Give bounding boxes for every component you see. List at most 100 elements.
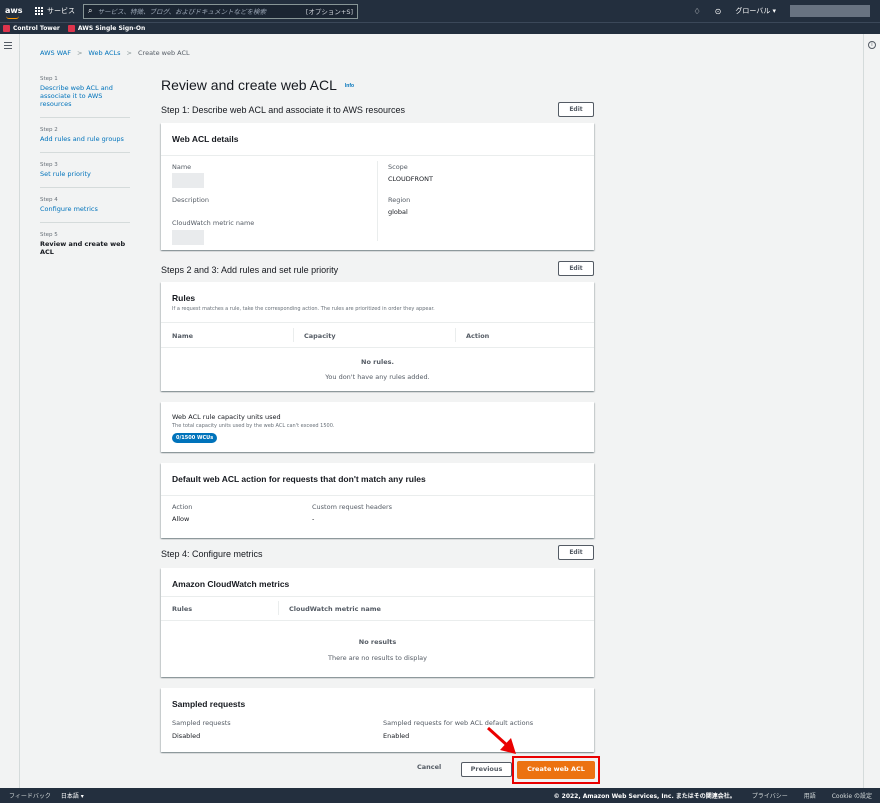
sampled-default-value: Enabled [383, 732, 410, 740]
region-label: Region [388, 196, 411, 204]
rules-description: If a request matches a rule, take the co… [172, 306, 435, 312]
rules-card: Rules If a request matches a rule, take … [161, 282, 594, 391]
sampled-requests-value: Disabled [172, 732, 201, 740]
edit-step2-button[interactable]: Edit [558, 261, 594, 276]
bottom-bar: フィードバック 日本語 ▾ © 2022, Amazon Web Service… [0, 788, 880, 803]
column-header-name[interactable]: Name [172, 332, 193, 340]
step-2: Step 2 Add rules and rule groups [40, 127, 130, 153]
step-1: Step 1 Describe web ACL and associate it … [40, 76, 130, 118]
wcu-title: Web ACL rule capacity units used [172, 413, 281, 421]
card-title: Web ACL details [172, 134, 239, 144]
terms-link[interactable]: 用語 [804, 791, 816, 800]
wcu-badge: 0/1500 WCUs [172, 433, 218, 443]
rules-empty-title: No rules. [361, 358, 394, 366]
breadcrumb-aws-waf[interactable]: AWS WAF [40, 49, 71, 57]
edit-step4-button[interactable]: Edit [558, 545, 594, 560]
cloudwatch-metrics-card: Amazon CloudWatch metrics Rules CloudWat… [161, 568, 594, 677]
create-web-acl-button[interactable]: Create web ACL [517, 761, 595, 779]
region-selector[interactable]: グローバル ▾ [735, 6, 776, 16]
search-icon: ⌕ [88, 6, 93, 15]
info-icon[interactable]: i [868, 41, 876, 49]
wcu-card: Web ACL rule capacity units used The tot… [161, 402, 594, 452]
breadcrumb-web-acls[interactable]: Web ACLs [88, 49, 120, 57]
control-tower-icon [3, 25, 10, 32]
previous-button[interactable]: Previous [461, 762, 512, 777]
scope-label: Scope [388, 163, 408, 171]
step-current: Review and create web ACL [40, 240, 126, 256]
breadcrumb-current: Create web ACL [138, 49, 190, 57]
breadcrumb: AWS WAF > Web ACLs > Create web ACL [40, 49, 190, 57]
edit-step1-button[interactable]: Edit [558, 102, 594, 117]
region-value: global [388, 208, 408, 216]
favorite-control-tower[interactable]: Control Tower [3, 25, 60, 32]
custom-headers-value: - [312, 515, 315, 523]
search-placeholder: サービス、特徴、ブログ、およびドキュメントなどを検索 [97, 8, 267, 16]
custom-headers-label: Custom request headers [312, 503, 393, 511]
services-label: サービス [47, 7, 75, 15]
metrics-empty-title: No results [358, 638, 397, 646]
wizard-steps: Step 1 Describe web ACL and associate it … [40, 76, 130, 274]
cookie-settings-link[interactable]: Cookie の設定 [832, 791, 872, 800]
language-selector[interactable]: 日本語 ▾ [61, 791, 84, 800]
metrics-empty-subtitle: There are no results to display [328, 654, 427, 662]
breadcrumb-separator: > [126, 49, 132, 57]
privacy-link[interactable]: プライバシー [752, 791, 788, 800]
favorite-label: Control Tower [13, 25, 60, 32]
column-header-capacity[interactable]: Capacity [304, 332, 336, 340]
description-label: Description [172, 196, 210, 204]
step-number: Step 3 [40, 162, 58, 168]
annotation-arrow-icon [486, 726, 516, 754]
wcu-description: The total capacity units used by the web… [172, 423, 335, 429]
bell-icon[interactable]: ♢ [693, 7, 700, 16]
search-shortcut: [オプション+S] [305, 8, 353, 16]
favorites-bar: Control Tower AWS Single Sign-On [0, 22, 880, 34]
copyright-text: © 2022, Amazon Web Services, Inc. またはその関… [553, 793, 736, 800]
cancel-button[interactable]: Cancel [417, 763, 441, 771]
create-button-highlight: Create web ACL [512, 756, 600, 784]
right-help-strip [863, 34, 880, 788]
scope-value: CLOUDFRONT [388, 175, 434, 183]
step-3: Step 3 Set rule priority [40, 162, 130, 188]
page-title-text: Review and create web ACL [161, 77, 337, 93]
favorite-sso[interactable]: AWS Single Sign-On [67, 25, 146, 32]
grid-icon [35, 7, 43, 15]
services-menu-button[interactable]: サービス [35, 6, 75, 16]
card-title: Sampled requests [172, 699, 246, 709]
card-title: Default web ACL action for requests that… [172, 474, 426, 484]
name-value-redacted [172, 173, 204, 188]
top-navigation: aws サービス ⌕ サービス、特徴、ブログ、およびドキュメントなどを検索 [オ… [0, 0, 880, 22]
step-4: Step 4 Configure metrics [40, 197, 130, 223]
account-menu[interactable] [790, 5, 870, 17]
step1-heading: Step 1: Describe web ACL and associate i… [161, 105, 405, 115]
feedback-link[interactable]: フィードバック [9, 791, 51, 800]
action-label: Action [172, 503, 193, 511]
help-icon[interactable]: ⊙ [715, 7, 722, 16]
web-acl-details-card: Web ACL details Name Description CloudWa… [161, 123, 594, 250]
card-title: Rules [172, 293, 196, 303]
step-link[interactable]: Configure metrics [40, 205, 130, 213]
rules-empty-subtitle: You don't have any rules added. [325, 373, 430, 381]
step-link[interactable]: Describe web ACL and associate it to AWS… [40, 84, 130, 108]
sampled-requests-card: Sampled requests Sampled requests Disabl… [161, 688, 594, 752]
column-header-rules[interactable]: Rules [172, 605, 192, 613]
default-action-card: Default web ACL action for requests that… [161, 463, 594, 538]
info-link[interactable]: Info [345, 83, 354, 89]
metric-value-redacted [172, 230, 204, 245]
search-input[interactable]: ⌕ サービス、特徴、ブログ、およびドキュメントなどを検索 [オプション+S] [83, 3, 358, 19]
column-header-metric-name[interactable]: CloudWatch metric name [289, 605, 381, 613]
step-number: Step 1 [40, 76, 58, 82]
sampled-requests-label: Sampled requests [172, 719, 231, 727]
left-sidebar-strip [0, 34, 20, 788]
menu-icon[interactable] [4, 42, 12, 51]
step4-heading: Step 4: Configure metrics [161, 549, 263, 559]
step-number: Step 5 [40, 232, 58, 238]
name-label: Name [172, 163, 192, 171]
column-header-action[interactable]: Action [466, 332, 489, 340]
step-link[interactable]: Add rules and rule groups [40, 135, 130, 143]
favorite-label: AWS Single Sign-On [77, 25, 146, 32]
page-title: Review and create web ACL Info [161, 77, 354, 93]
sso-icon [67, 25, 75, 32]
step-link[interactable]: Set rule priority [40, 170, 130, 178]
step-number: Step 4 [40, 197, 58, 203]
aws-logo[interactable]: aws [5, 7, 29, 19]
